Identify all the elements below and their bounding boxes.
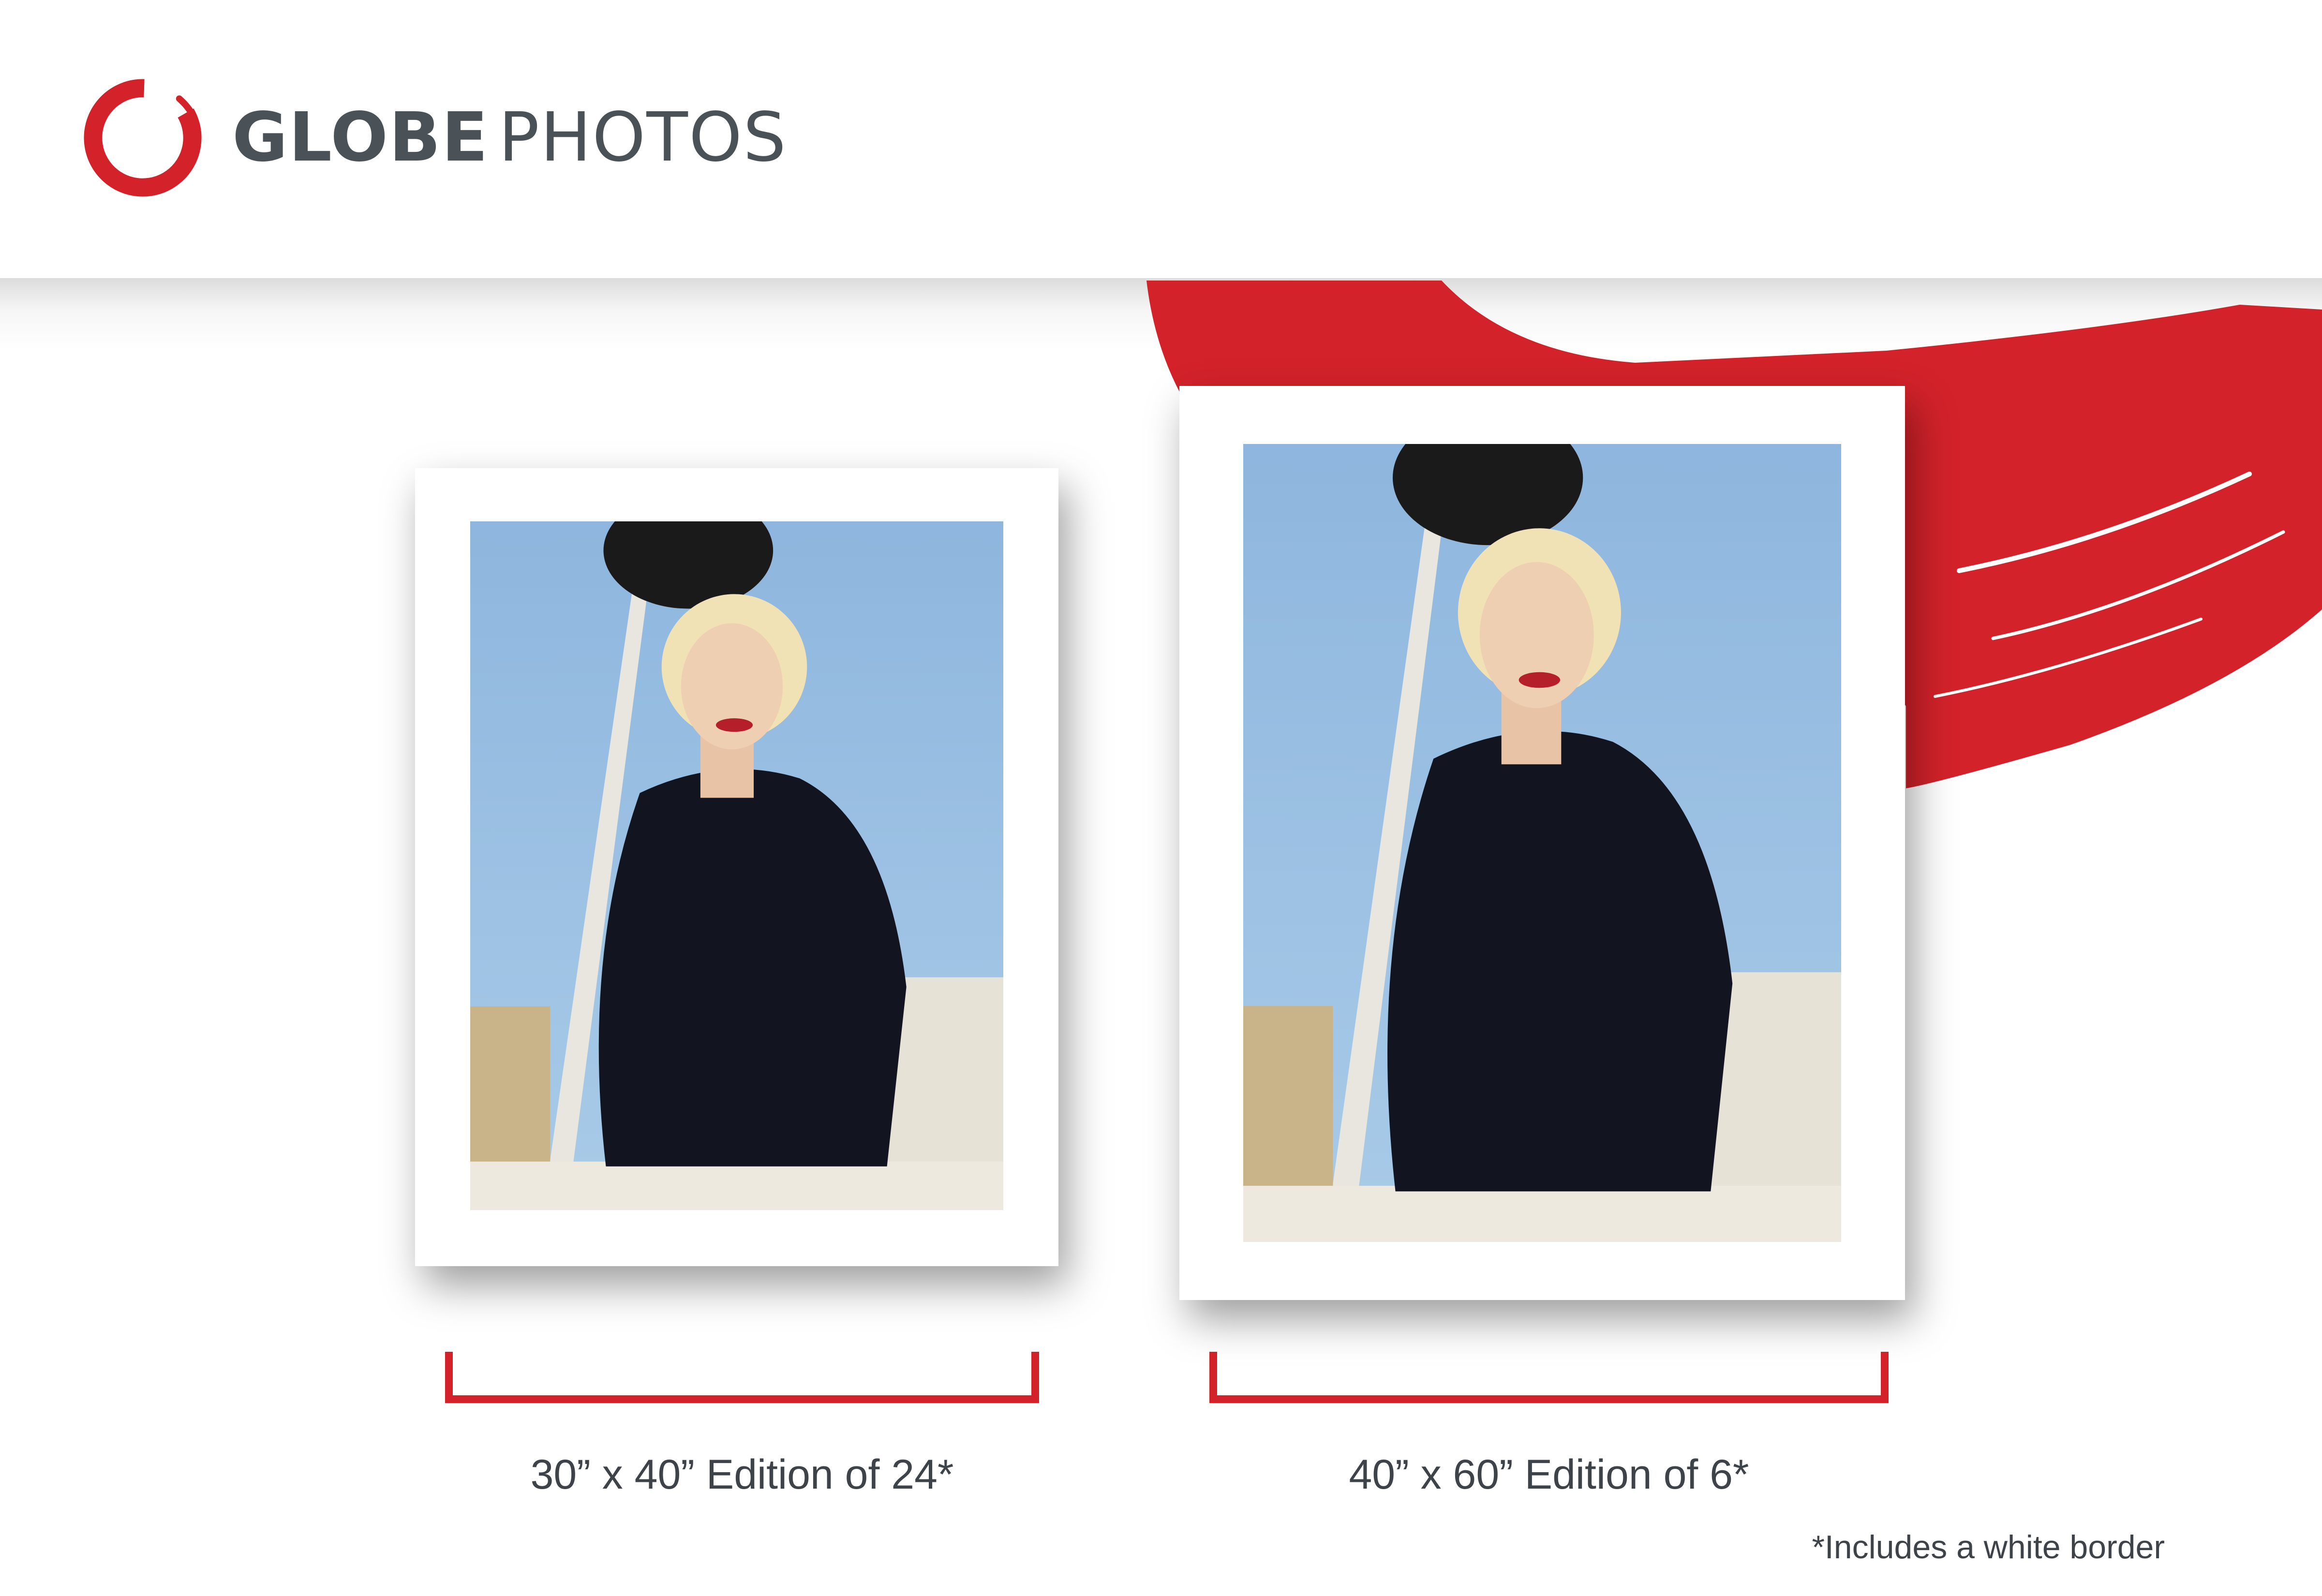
print-photo (470, 521, 1003, 1210)
brand-name: GLOBE PHOTOS (232, 104, 787, 172)
red-brush-ring-icon (84, 79, 202, 197)
border-footnote: *Includes a white border (1812, 1529, 2165, 1566)
print-photo (1243, 444, 1841, 1242)
print-size-label-30x40: 30” x 40” Edition of 24* (530, 1451, 954, 1498)
brand-name-bold: GLOBE (232, 98, 489, 177)
print-30x40[interactable] (415, 468, 1058, 1266)
brand-logo[interactable]: GLOBE PHOTOS (77, 73, 787, 203)
header: GLOBE PHOTOS (0, 0, 2322, 278)
portrait-image (470, 521, 1003, 1210)
print-size-label-40x60: 40” x 60” Edition of 6* (1349, 1451, 1749, 1498)
print-40x60[interactable] (1179, 386, 1905, 1300)
size-bracket-40x60 (1209, 1352, 1889, 1403)
size-bracket-30x40 (445, 1352, 1039, 1403)
brand-name-light: PHOTOS (498, 98, 787, 177)
portrait-image (1243, 444, 1841, 1242)
